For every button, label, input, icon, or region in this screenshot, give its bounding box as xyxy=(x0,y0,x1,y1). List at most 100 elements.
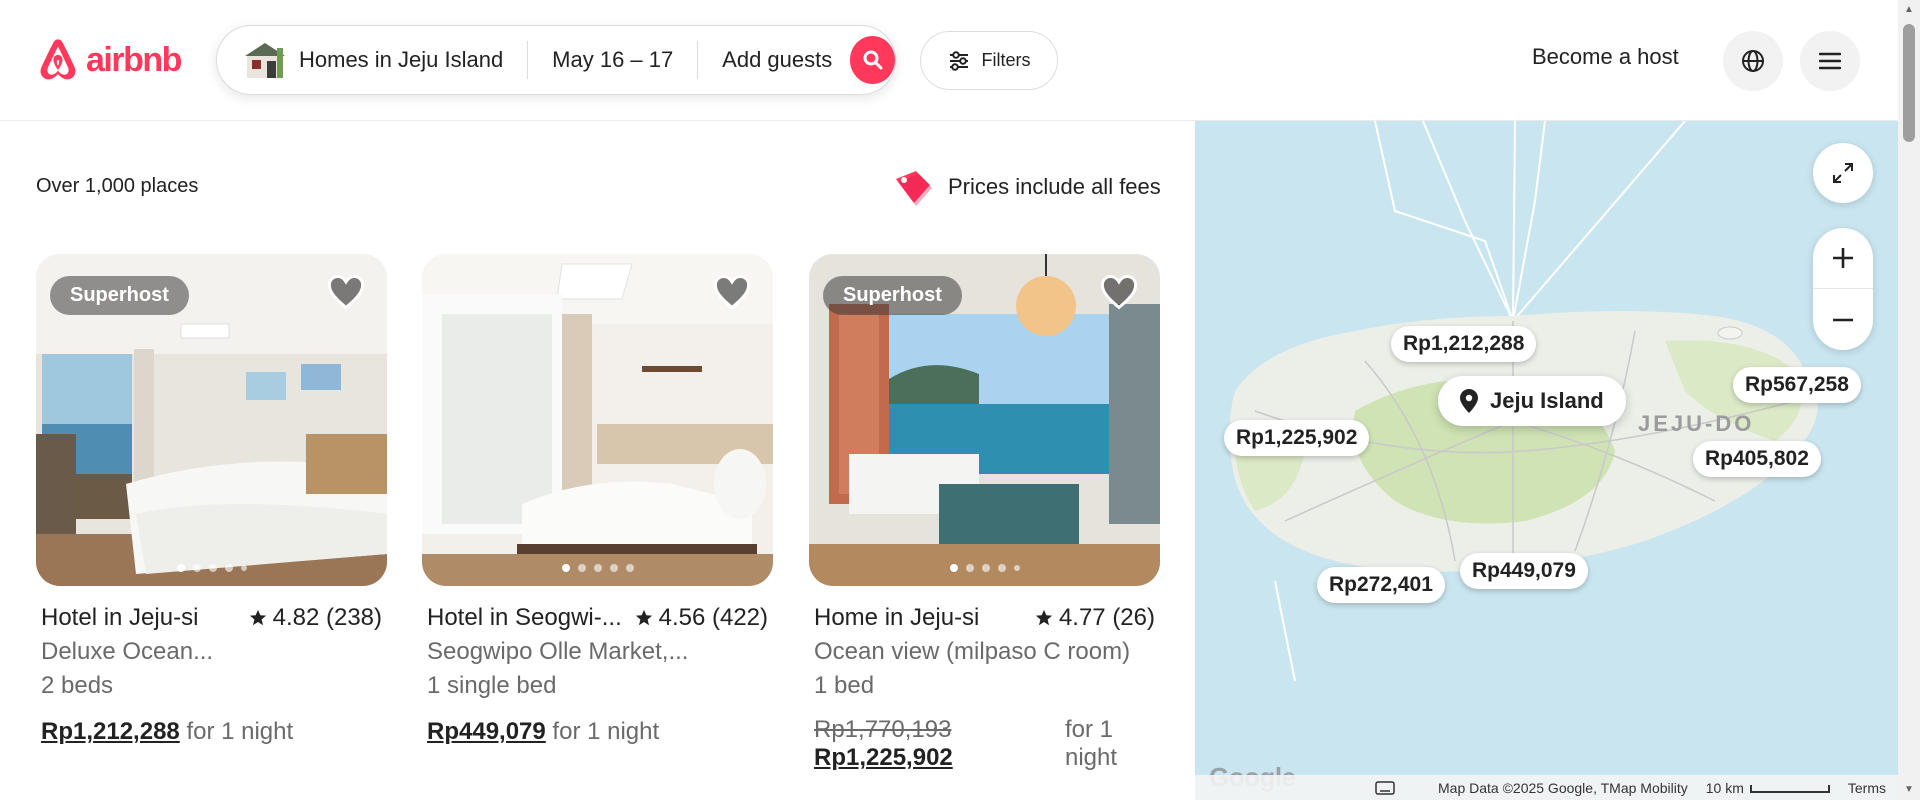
search-button[interactable] xyxy=(850,36,896,84)
listing-card[interactable]: Hotel in Seogwi-... 4.56 (422) Seogwipo … xyxy=(422,254,773,746)
price-amount[interactable]: Rp1,212,288 xyxy=(41,718,180,745)
photo-dot xyxy=(997,564,1006,572)
filters-button[interactable]: Filters xyxy=(920,31,1058,90)
listing-rating: 4.77 (26) xyxy=(1035,604,1155,632)
language-button[interactable] xyxy=(1723,31,1783,91)
map-marker-icon xyxy=(1460,389,1478,413)
photo-dot xyxy=(561,564,570,572)
page-scrollbar[interactable]: ▲ ▼ xyxy=(1898,0,1920,800)
rating-value: 4.56 (422) xyxy=(658,604,768,631)
price-amount[interactable]: Rp1,225,902 xyxy=(814,744,953,772)
price-suffix: for 1 night xyxy=(552,718,660,745)
photo-dot xyxy=(981,564,990,572)
heart-icon[interactable] xyxy=(713,274,751,310)
zoom-in-button[interactable] xyxy=(1813,228,1873,289)
listing-price: Rp1,212,288 for 1 night xyxy=(36,718,387,746)
listing-beds: 2 beds xyxy=(41,672,114,699)
plus-icon xyxy=(1833,248,1853,268)
scale-bar xyxy=(1749,784,1830,793)
star-icon xyxy=(635,609,652,626)
scroll-thumb[interactable] xyxy=(1903,24,1915,142)
listing-card[interactable]: Superhost Home in Jeju-si 4.77 (26) Ocea… xyxy=(809,254,1160,772)
superhost-badge: Superhost xyxy=(823,276,962,315)
superhost-badge: Superhost xyxy=(50,276,189,315)
airbnb-logo-icon xyxy=(40,39,76,80)
map-price-pin[interactable]: Rp1,225,902 xyxy=(1224,420,1370,456)
search-guests[interactable]: Add guests xyxy=(698,26,856,94)
listing-photo[interactable]: Superhost xyxy=(36,254,387,586)
photo-dots xyxy=(422,564,773,572)
scroll-down-arrow[interactable]: ▼ xyxy=(1903,784,1915,796)
star-icon xyxy=(249,609,266,626)
listing-beds: 1 single bed xyxy=(427,672,557,699)
map-attribution: Map Data ©2025 Google, TMap Mobility xyxy=(1438,779,1688,796)
minus-icon xyxy=(1833,318,1853,321)
filters-icon xyxy=(949,50,968,71)
listing-photo[interactable] xyxy=(422,254,773,586)
map-price-pin[interactable]: Rp567,258 xyxy=(1733,367,1861,403)
map-price-pin[interactable]: Rp449,079 xyxy=(1460,553,1588,589)
keyboard-icon[interactable] xyxy=(1375,780,1395,795)
listing-card[interactable]: Superhost Hotel in Jeju-si 4.82 (238) De… xyxy=(36,254,387,746)
search-where-text: Homes in Jeju Island xyxy=(299,47,504,72)
photo-dots xyxy=(36,564,387,572)
map-price-pin[interactable]: Rp272,401 xyxy=(1317,567,1445,603)
listing-rating: 4.56 (422) xyxy=(635,604,768,632)
brand-name: airbnb xyxy=(86,41,182,79)
results-count: Over 1,000 places xyxy=(36,175,199,197)
listing-rating: 4.82 (238) xyxy=(249,604,382,632)
become-host-link[interactable]: Become a host xyxy=(1532,44,1679,70)
price-suffix: for 1 night xyxy=(1065,716,1118,771)
filters-label: Filters xyxy=(981,50,1031,70)
photo-dot xyxy=(949,564,958,572)
photo-dot xyxy=(1013,565,1020,571)
photo-dot xyxy=(224,564,233,572)
listing-subtitle: Seogwipo Olle Market,... xyxy=(427,638,689,665)
photo-dot xyxy=(609,564,618,572)
photo-dot xyxy=(593,564,602,572)
photo-dot xyxy=(625,564,634,572)
location-pin[interactable]: Jeju Island xyxy=(1438,376,1626,426)
rating-value: 4.82 (238) xyxy=(272,604,382,631)
star-icon xyxy=(1035,609,1053,626)
map-panel[interactable]: JEJU-DO Rp1,212,288 Rp1,225,902 Rp567,25… xyxy=(1195,121,1898,800)
expand-map-button[interactable] xyxy=(1813,143,1873,203)
photo-dots xyxy=(809,564,1160,572)
map-price-pin[interactable]: Rp1,212,288 xyxy=(1391,326,1537,362)
map-price-pin[interactable]: Rp405,802 xyxy=(1693,441,1821,477)
house-icon xyxy=(245,43,285,78)
price-amount[interactable]: Rp449,079 xyxy=(427,718,546,745)
location-label: Jeju Island xyxy=(1490,388,1604,413)
fees-note-text: Prices include all fees xyxy=(948,174,1161,199)
heart-icon[interactable] xyxy=(1100,274,1138,310)
hamburger-icon xyxy=(1819,52,1841,70)
listing-price: Rp449,079 for 1 night xyxy=(422,718,773,746)
search-icon xyxy=(863,50,883,70)
photo-dot xyxy=(240,565,247,571)
map-terms-link[interactable]: Terms xyxy=(1848,780,1886,796)
search-dates[interactable]: May 16 – 17 xyxy=(528,26,697,94)
expand-icon xyxy=(1833,163,1853,183)
listing-title: Hotel in Seogwi-... xyxy=(427,604,622,631)
price-tag-icon xyxy=(896,171,932,206)
price-suffix: for 1 night xyxy=(186,718,294,745)
globe-icon xyxy=(1742,50,1764,72)
listing-title: Home in Jeju-si xyxy=(814,604,980,631)
fees-note: Prices include all fees xyxy=(890,165,1161,209)
main-menu-button[interactable] xyxy=(1800,31,1860,91)
listing-title: Hotel in Jeju-si xyxy=(41,604,199,631)
listing-photo[interactable]: Superhost xyxy=(809,254,1160,586)
search-bar[interactable]: Homes in Jeju Island May 16 – 17 Add gue… xyxy=(216,25,896,95)
listing-price: Rp1,770,193 Rp1,225,902 for 1 night xyxy=(809,716,1160,772)
scroll-up-arrow[interactable]: ▲ xyxy=(1903,4,1915,16)
listing-subtitle: Ocean view (milpaso C room) xyxy=(814,638,1131,665)
airbnb-logo[interactable]: airbnb xyxy=(36,36,182,84)
listing-beds: 1 bed xyxy=(814,672,875,699)
search-where[interactable]: Homes in Jeju Island xyxy=(217,26,527,94)
heart-icon[interactable] xyxy=(327,274,365,310)
original-price: Rp1,770,193 xyxy=(814,716,952,743)
photo-dot xyxy=(208,564,217,572)
zoom-out-button[interactable] xyxy=(1813,289,1873,350)
photo-dot xyxy=(577,564,586,572)
top-header: airbnb Homes in Jeju Island May 16 – 17 … xyxy=(0,0,1898,121)
